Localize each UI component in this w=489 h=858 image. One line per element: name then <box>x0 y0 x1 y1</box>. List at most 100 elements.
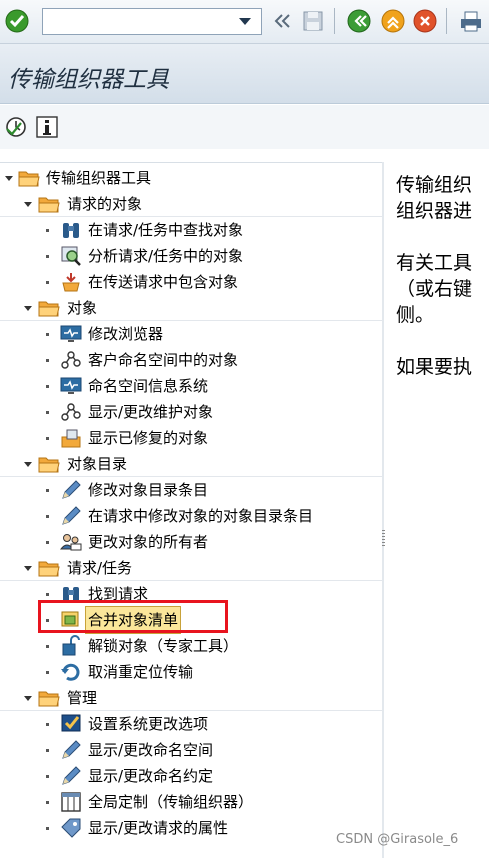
open-folder-icon <box>38 691 60 707</box>
doc-text: 如果要执 <box>396 356 473 378</box>
analyze-magnifier-icon <box>61 246 81 266</box>
bullet <box>46 645 49 648</box>
tree-item[interactable]: 解锁对象（专家工具） <box>0 633 382 659</box>
tree-label: 全局定制（传输组织器） <box>88 793 254 811</box>
exit-icon[interactable] <box>380 8 406 34</box>
tree-item[interactable]: 显示/更改命名空间 <box>0 737 382 763</box>
bullet <box>46 541 49 544</box>
doc-text: （或右键 <box>396 278 473 300</box>
expand-arrow-icon[interactable] <box>24 306 32 311</box>
splitter[interactable] <box>382 162 384 858</box>
tree-label: 修改对象目录条目 <box>88 481 209 499</box>
repaired-object-icon <box>61 429 81 448</box>
tree-label: 取消重定位传输 <box>88 663 194 681</box>
splitter-grip-icon[interactable] <box>382 530 385 548</box>
tree-node-object-directory[interactable]: 对象目录 <box>0 451 382 477</box>
tree-item[interactable]: 显示/更改维护对象 <box>0 399 382 425</box>
print-icon[interactable] <box>458 8 484 34</box>
tree-item[interactable]: 在请求中修改对象的对象目录条目 <box>0 503 382 529</box>
tree-item[interactable]: 修改对象目录条目 <box>0 477 382 503</box>
tree-node-requests-tasks[interactable]: 请求/任务 <box>0 555 382 581</box>
tree-item[interactable]: 在请求/任务中查找对象 <box>0 217 382 243</box>
pencil-icon <box>62 480 81 499</box>
tag-icon <box>61 818 81 838</box>
undo-relocation-icon <box>61 663 80 681</box>
pencil-icon <box>62 766 81 785</box>
doc-text: 有关工具 <box>396 252 473 274</box>
application-toolbar <box>0 105 489 149</box>
tree-item[interactable]: 命名空间信息系统 <box>0 373 382 399</box>
tree-item[interactable]: 设置系统更改选项 <box>0 711 382 737</box>
expand-arrow-icon[interactable] <box>5 176 13 181</box>
bullet <box>46 359 49 362</box>
tree-label: 在传送请求中包含对象 <box>88 273 239 291</box>
doc-text: 传输组织 <box>396 174 473 196</box>
tree-label: 更改对象的所有者 <box>88 533 209 551</box>
bullet <box>46 749 49 752</box>
tree-label: 命名空间信息系统 <box>88 377 209 395</box>
execute-clock-icon[interactable] <box>4 115 28 139</box>
bullet <box>46 723 49 726</box>
expand-arrow-icon[interactable] <box>24 462 32 467</box>
bullet <box>46 593 49 596</box>
expand-arrow-icon[interactable] <box>24 566 32 571</box>
tree-label: 显示/更改请求的属性 <box>88 819 229 837</box>
tree-label: 修改浏览器 <box>88 325 164 343</box>
open-folder-icon <box>18 171 40 187</box>
tree-label: 管理 <box>67 689 98 707</box>
pencil-icon <box>62 740 81 759</box>
bullet <box>46 437 49 440</box>
bullet <box>46 671 49 674</box>
doc-text: 组织器进 <box>396 200 473 222</box>
expand-arrow-icon[interactable] <box>24 696 32 701</box>
tree-item[interactable]: 显示/更改请求的属性 <box>0 815 382 841</box>
bullet <box>46 333 49 336</box>
tree-label: 显示/更改命名空间 <box>88 741 214 759</box>
tree-item[interactable]: 在传送请求中包含对象 <box>0 269 382 295</box>
save-icon[interactable] <box>300 8 326 34</box>
pencil-icon <box>62 506 81 525</box>
monitor-icon <box>60 377 82 394</box>
tree-node-administration[interactable]: 管理 <box>0 685 382 711</box>
bullet <box>46 385 49 388</box>
highlight-box <box>38 600 228 633</box>
tree-node-root[interactable]: 传输组织器工具 <box>0 165 382 191</box>
double-chevron-left-icon[interactable] <box>270 8 296 34</box>
bullet <box>46 801 49 804</box>
tree-label: 设置系统更改选项 <box>88 715 209 733</box>
doc-text: 侧。 <box>396 304 435 326</box>
table-icon <box>61 792 81 812</box>
tree-label: 传输组织器工具 <box>46 169 152 187</box>
page-title: 传输组织器工具 <box>8 67 169 93</box>
tree-item[interactable]: 显示/更改命名约定 <box>0 763 382 789</box>
tree-item[interactable]: 取消重定位传输 <box>0 659 382 685</box>
bullet <box>46 411 49 414</box>
unlock-icon <box>62 635 80 656</box>
tree-node-objects[interactable]: 对象 <box>0 295 382 321</box>
tree-label: 对象 <box>67 299 98 317</box>
tree-label: 在请求/任务中查找对象 <box>88 221 244 239</box>
tree-item[interactable]: 修改浏览器 <box>0 321 382 347</box>
tree-label: 显示/更改维护对象 <box>88 403 214 421</box>
bullet <box>46 229 49 232</box>
open-folder-icon <box>38 301 60 317</box>
tree-item[interactable]: 全局定制（传输组织器） <box>0 789 382 815</box>
bullet <box>46 281 49 284</box>
back-icon[interactable] <box>346 8 372 34</box>
system-toolbar <box>0 0 489 44</box>
chevron-down-icon[interactable] <box>239 18 251 25</box>
tree-item[interactable]: 更改对象的所有者 <box>0 529 382 555</box>
documentation-panel: 传输组织 组织器进 有关工具 （或右键 侧。 如果要执 <box>386 162 489 858</box>
command-field[interactable] <box>42 8 262 35</box>
tree-item[interactable]: 显示已修复的对象 <box>0 425 382 451</box>
cancel-icon[interactable] <box>412 8 438 34</box>
tree-item[interactable]: 客户命名空间中的对象 <box>0 347 382 373</box>
expand-arrow-icon[interactable] <box>24 202 32 207</box>
tree-label: 显示已修复的对象 <box>88 429 209 447</box>
enter-check-icon[interactable] <box>4 8 30 34</box>
tree-node-request-objects[interactable]: 请求的对象 <box>0 191 382 217</box>
system-change-option-icon <box>61 714 81 732</box>
info-icon[interactable] <box>35 115 59 139</box>
bullet <box>46 515 49 518</box>
tree-item[interactable]: 分析请求/任务中的对象 <box>0 243 382 269</box>
